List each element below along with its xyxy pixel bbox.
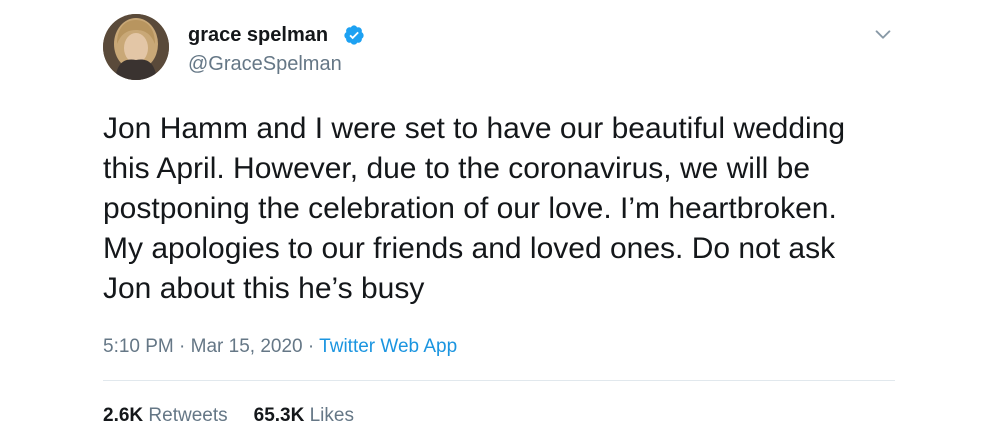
meta-separator: · xyxy=(302,336,320,357)
tweet-source-link[interactable]: Twitter Web App xyxy=(319,336,457,357)
retweets-label: Retweets xyxy=(148,405,228,426)
divider xyxy=(103,380,895,381)
author-display-name[interactable]: grace spelman xyxy=(188,23,328,47)
tweet-time[interactable]: 5:10 PM xyxy=(103,336,174,357)
avatar[interactable] xyxy=(103,14,169,80)
chevron-down-icon[interactable] xyxy=(872,24,894,46)
profile-photo xyxy=(103,14,169,80)
likes-count: 65.3K xyxy=(253,405,305,426)
likes-label: Likes xyxy=(309,405,354,426)
verified-badge-icon xyxy=(344,25,364,45)
retweets-count: 2.6K xyxy=(103,405,144,426)
tweet-stats: 2.6K Retweets 65.3K Likes xyxy=(103,404,354,428)
author-handle[interactable]: @GraceSpelman xyxy=(188,52,342,76)
tweet-card: grace spelman @GraceSpelman Jon Hamm and… xyxy=(0,0,999,445)
likes-stat[interactable]: 65.3K Likes xyxy=(254,404,354,428)
tweet-metadata: 5:10 PM · Mar 15, 2020 · Twitter Web App xyxy=(103,335,457,359)
tweet-text: Jon Hamm and I were set to have our beau… xyxy=(103,112,846,305)
meta-separator: · xyxy=(173,336,191,357)
retweets-stat[interactable]: 2.6K Retweets xyxy=(103,404,228,428)
tweet-date[interactable]: Mar 15, 2020 xyxy=(191,336,303,357)
